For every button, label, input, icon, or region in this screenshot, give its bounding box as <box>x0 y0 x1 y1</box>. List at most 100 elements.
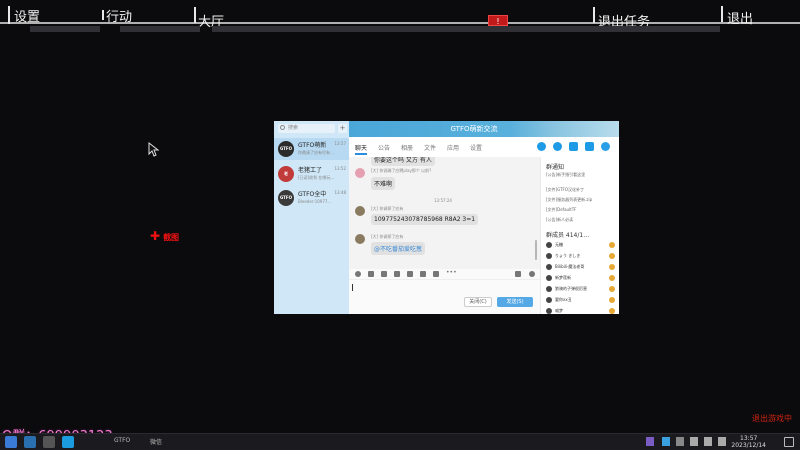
tray-app-icon[interactable] <box>676 437 684 446</box>
add-member-icon[interactable] <box>601 142 610 151</box>
message-sender: [大] 你说确了应聘play那个 以前? <box>371 168 432 173</box>
red-marker-label: 截图 <box>163 233 180 242</box>
member-item[interactable]: 无糖 <box>546 241 618 250</box>
taskbar-item-label[interactable]: 微信 <box>150 437 162 446</box>
voice-call-icon[interactable] <box>537 142 546 151</box>
menu-settings[interactable]: 设置 <box>8 6 41 25</box>
mic-icon[interactable] <box>433 271 439 277</box>
member-name: 要你xx丑 <box>555 297 572 302</box>
conversation-time: 13:57 <box>334 141 346 146</box>
notice-item[interactable]: [文件]GTFO汉化补丁 <box>546 187 616 193</box>
member-item[interactable]: りょう きしき <box>546 252 618 261</box>
steam-icon[interactable] <box>24 436 36 448</box>
member-name: Bilibili-魔法老哥 <box>555 264 585 269</box>
menu-shadow <box>120 26 200 32</box>
avatar[interactable] <box>355 234 365 244</box>
message-sender: [大] 你调探了应有 <box>371 206 404 211</box>
window-title-bar[interactable]: GTFO萌新交流 <box>349 121 619 137</box>
notice-item[interactable]: [文件]DefaultTF <box>546 207 616 213</box>
volume-icon[interactable] <box>704 437 712 446</box>
taskbar-clock[interactable]: 13:57 2023/12/14 <box>731 435 766 449</box>
more-icon[interactable]: ••• <box>446 270 457 277</box>
member-item[interactable]: 要你xx丑 <box>546 296 618 305</box>
clock-date: 2023/12/14 <box>731 442 766 449</box>
taskbar-item-label[interactable]: GTFO <box>114 437 130 444</box>
search-input[interactable]: 搜索 <box>278 124 335 133</box>
image-icon[interactable] <box>420 271 426 277</box>
conversation-time: 13:52 <box>334 166 346 171</box>
menu-quit[interactable]: 退出 <box>721 6 753 27</box>
member-item[interactable]: Bilibili-魔法老哥 <box>546 263 618 272</box>
notice-item[interactable]: [文件]服务器列表更新.zip <box>546 197 616 203</box>
taskbar: GTFO 微信 13:57 2023/12/14 <box>0 433 800 450</box>
send-button[interactable]: 发送(S) <box>497 297 533 307</box>
qq-chat-window[interactable]: 搜索 + GTFO GTFO萌新 13:57 你邀请了应有尽有… 老 老猪工了 … <box>274 121 619 314</box>
ime-icon[interactable] <box>718 437 726 446</box>
group-avatar: GTFO <box>278 141 294 157</box>
avatar <box>546 297 552 303</box>
member-item[interactable]: 狼骑的子弹很厉害 <box>546 285 618 294</box>
avatar[interactable] <box>355 168 365 178</box>
notice-item[interactable]: [公告]新手指引看这里 <box>546 172 616 178</box>
message-sender: [大] 你调探了应有 <box>371 234 404 239</box>
game-top-menu: 设置 行动 大厅 ! 退出任务 退出 <box>0 0 800 36</box>
member-name: 喵梦 <box>555 308 563 313</box>
conversation-name: GTFO全中 <box>298 191 327 198</box>
members-title: 群成员 414/1… <box>546 232 590 239</box>
message-list: 你要这个吗 又方 有人 [大] 你说确了应聘play那个 以前? 不难啊 13:… <box>349 157 540 269</box>
tab-chat[interactable]: 聊天 <box>355 143 368 155</box>
gif-icon[interactable] <box>368 271 374 277</box>
tab-apps[interactable]: 应用 <box>447 143 459 152</box>
menu-bracket <box>721 6 723 22</box>
network-icon[interactable] <box>690 437 698 446</box>
avatar <box>546 253 552 259</box>
history-icon[interactable] <box>529 271 535 277</box>
avatar[interactable] <box>355 206 365 216</box>
add-icon[interactable]: + <box>338 124 347 133</box>
music-icon[interactable] <box>407 271 413 277</box>
avatar <box>546 242 552 248</box>
conversation-item[interactable]: GTFO GTFO全中 13:48 Bleeder:10977… <box>274 187 349 209</box>
folder-icon[interactable] <box>394 271 400 277</box>
scissors-icon[interactable] <box>381 271 387 277</box>
avatar <box>546 264 552 270</box>
tab-settings[interactable]: 设置 <box>470 143 482 152</box>
invite-icon[interactable] <box>585 142 594 151</box>
tab-announcements[interactable]: 公告 <box>378 143 390 152</box>
menu-action-label: 行动 <box>106 10 133 25</box>
expand-icon[interactable] <box>515 271 521 277</box>
emoji-icon[interactable] <box>355 271 361 277</box>
start-icon[interactable] <box>5 436 17 448</box>
conversation-item[interactable]: 老 老猪工了 13:52 [已读]收到 在哪玩… <box>274 163 349 185</box>
game-icon[interactable] <box>43 436 55 448</box>
screen-share-icon[interactable] <box>569 142 578 151</box>
scrollbar[interactable] <box>535 240 537 260</box>
member-item[interactable]: 喵梦 <box>546 307 618 314</box>
notification-icon[interactable] <box>784 437 794 447</box>
message-input[interactable]: 关闭(C) 发送(S) <box>349 279 540 314</box>
notice-title: 群通知 <box>546 164 565 171</box>
message-bubble: 不难啊 <box>371 177 396 190</box>
text-caret <box>352 284 353 291</box>
menu-bracket <box>593 7 595 23</box>
conversation-item[interactable]: GTFO GTFO萌新 13:57 你邀请了应有尽有… <box>274 138 349 160</box>
menu-action[interactable]: 行动 <box>102 6 133 25</box>
conversation-time: 13:48 <box>334 190 346 195</box>
video-call-icon[interactable] <box>553 142 562 151</box>
mouse-cursor-icon <box>148 142 160 157</box>
member-item[interactable]: 新梦莲新 <box>546 274 618 283</box>
menu-settings-label: 设置 <box>14 10 41 25</box>
message-bubble: @不吃番茄爱吃葱 <box>371 242 426 255</box>
member-badge-icon <box>609 297 615 303</box>
group-avatar: GTFO <box>278 190 294 206</box>
alert-badge[interactable]: ! <box>488 15 508 26</box>
qq-icon[interactable] <box>62 436 74 448</box>
tab-files[interactable]: 文件 <box>424 143 436 152</box>
tray-app-icon[interactable] <box>662 437 670 446</box>
member-name: 无糖 <box>555 242 563 247</box>
conversation-preview: [已读]收到 在哪玩… <box>298 175 335 180</box>
tab-album[interactable]: 相册 <box>401 143 413 152</box>
notice-item[interactable]: [公告]新人必读 <box>546 217 616 223</box>
tray-app-icon[interactable] <box>646 437 654 446</box>
close-button[interactable]: 关闭(C) <box>464 297 492 307</box>
